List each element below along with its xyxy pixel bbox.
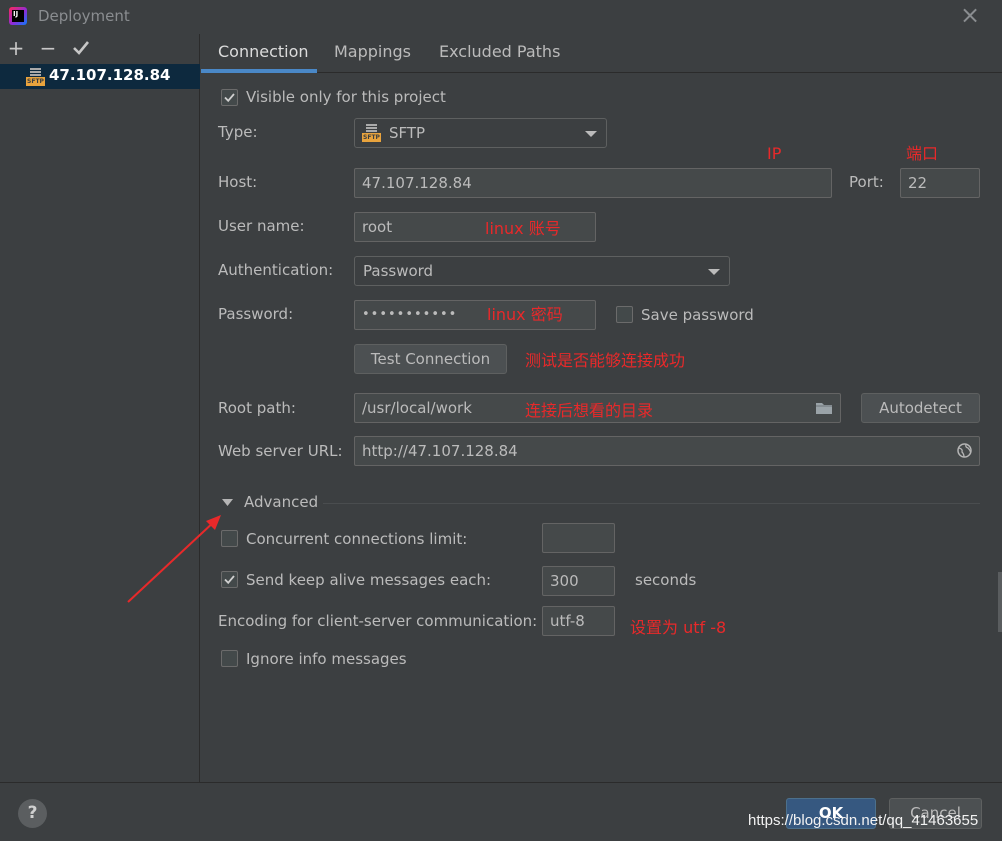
- autodetect-button[interactable]: Autodetect: [861, 393, 980, 423]
- server-list-panel: + − SFTP 47.107.128.84: [0, 34, 200, 782]
- title-bar: IJ Deployment ×: [0, 0, 1002, 34]
- collapse-triangle-icon[interactable]: [222, 498, 234, 508]
- advanced-divider: [323, 503, 980, 504]
- tab-mappings[interactable]: Mappings: [334, 42, 411, 61]
- scrollbar-edge: [998, 572, 1002, 632]
- authentication-dropdown[interactable]: Password: [354, 256, 730, 286]
- keep-alive-unit: seconds: [635, 571, 697, 589]
- chevron-down-icon: [585, 131, 597, 137]
- help-button[interactable]: ?: [18, 799, 47, 828]
- ignore-info-checkbox[interactable]: [221, 650, 238, 667]
- tab-excluded-paths[interactable]: Excluded Paths: [439, 42, 560, 61]
- root-path-value: /usr/local/work: [362, 399, 472, 417]
- active-tab-indicator: [201, 69, 317, 73]
- host-input[interactable]: 47.107.128.84: [354, 168, 832, 198]
- sftp-icon-text: SFTP: [26, 77, 45, 86]
- chevron-down-icon: [708, 269, 720, 275]
- encoding-input[interactable]: utf-8: [542, 606, 615, 636]
- connection-form: Visible only for this project Type: SFTP…: [201, 74, 1002, 782]
- host-label: Host:: [218, 173, 258, 191]
- sftp-icon: SFTP: [362, 124, 381, 142]
- app-icon-text: IJ: [12, 10, 24, 22]
- dialog-footer: ? OK Cancel https://blog.csdn.net/qq_414…: [0, 782, 1002, 841]
- intellij-logo-icon: IJ: [9, 7, 27, 25]
- sftp-icon: SFTP: [26, 68, 45, 86]
- close-icon[interactable]: ×: [958, 3, 982, 27]
- annotation-test: 测试是否能够连接成功: [525, 351, 686, 370]
- folder-icon[interactable]: [815, 401, 833, 415]
- port-label: Port:: [849, 173, 884, 191]
- root-path-label: Root path:: [218, 399, 296, 417]
- visible-only-label: Visible only for this project: [246, 88, 446, 106]
- tab-bar: Connection Mappings Excluded Paths: [201, 34, 1002, 73]
- save-password-label: Save password: [641, 306, 754, 324]
- web-url-label: Web server URL:: [218, 442, 343, 460]
- add-server-button[interactable]: +: [5, 36, 27, 60]
- annotation-arrow-icon: [127, 515, 221, 603]
- username-label: User name:: [218, 217, 305, 235]
- type-dropdown[interactable]: SFTP SFTP: [354, 118, 607, 148]
- test-connection-button[interactable]: Test Connection: [354, 344, 507, 374]
- annotation-username: linux 账号: [485, 219, 561, 238]
- type-value: SFTP: [389, 124, 426, 142]
- globe-icon[interactable]: [957, 443, 972, 458]
- port-input[interactable]: 22: [900, 168, 980, 198]
- tab-connection[interactable]: Connection: [218, 42, 309, 61]
- web-url-input[interactable]: http://47.107.128.84: [354, 436, 980, 466]
- server-name: 47.107.128.84: [49, 66, 171, 84]
- watermark: https://blog.csdn.net/qq_41463655: [748, 812, 979, 829]
- web-url-value: http://47.107.128.84: [362, 442, 518, 460]
- ignore-info-label: Ignore info messages: [246, 650, 407, 668]
- annotation-port: 端口: [906, 144, 939, 163]
- visible-only-checkbox[interactable]: [221, 89, 238, 106]
- server-item[interactable]: SFTP 47.107.128.84: [0, 64, 200, 89]
- window-title: Deployment: [38, 7, 130, 25]
- type-label: Type:: [218, 123, 258, 141]
- annotation-encoding: 设置为 utf -8: [630, 618, 727, 637]
- annotation-ip: IP: [767, 144, 782, 163]
- annotation-root: 连接后想看的目录: [525, 401, 654, 420]
- encoding-label: Encoding for client-server communication…: [218, 612, 538, 630]
- authentication-value: Password: [363, 262, 434, 280]
- save-password-checkbox[interactable]: [616, 306, 633, 323]
- annotation-password: linux 密码: [487, 305, 563, 324]
- concurrent-limit-input[interactable]: [542, 523, 615, 553]
- concurrent-limit-label: Concurrent connections limit:: [246, 530, 468, 548]
- remove-server-button[interactable]: −: [37, 36, 59, 60]
- advanced-heading[interactable]: Advanced: [244, 493, 318, 511]
- keep-alive-input[interactable]: 300: [542, 566, 615, 596]
- keep-alive-label: Send keep alive messages each:: [246, 571, 492, 589]
- check-icon[interactable]: [70, 36, 92, 60]
- checkmark-icon: [224, 93, 235, 103]
- authentication-label: Authentication:: [218, 261, 334, 279]
- password-label: Password:: [218, 305, 294, 323]
